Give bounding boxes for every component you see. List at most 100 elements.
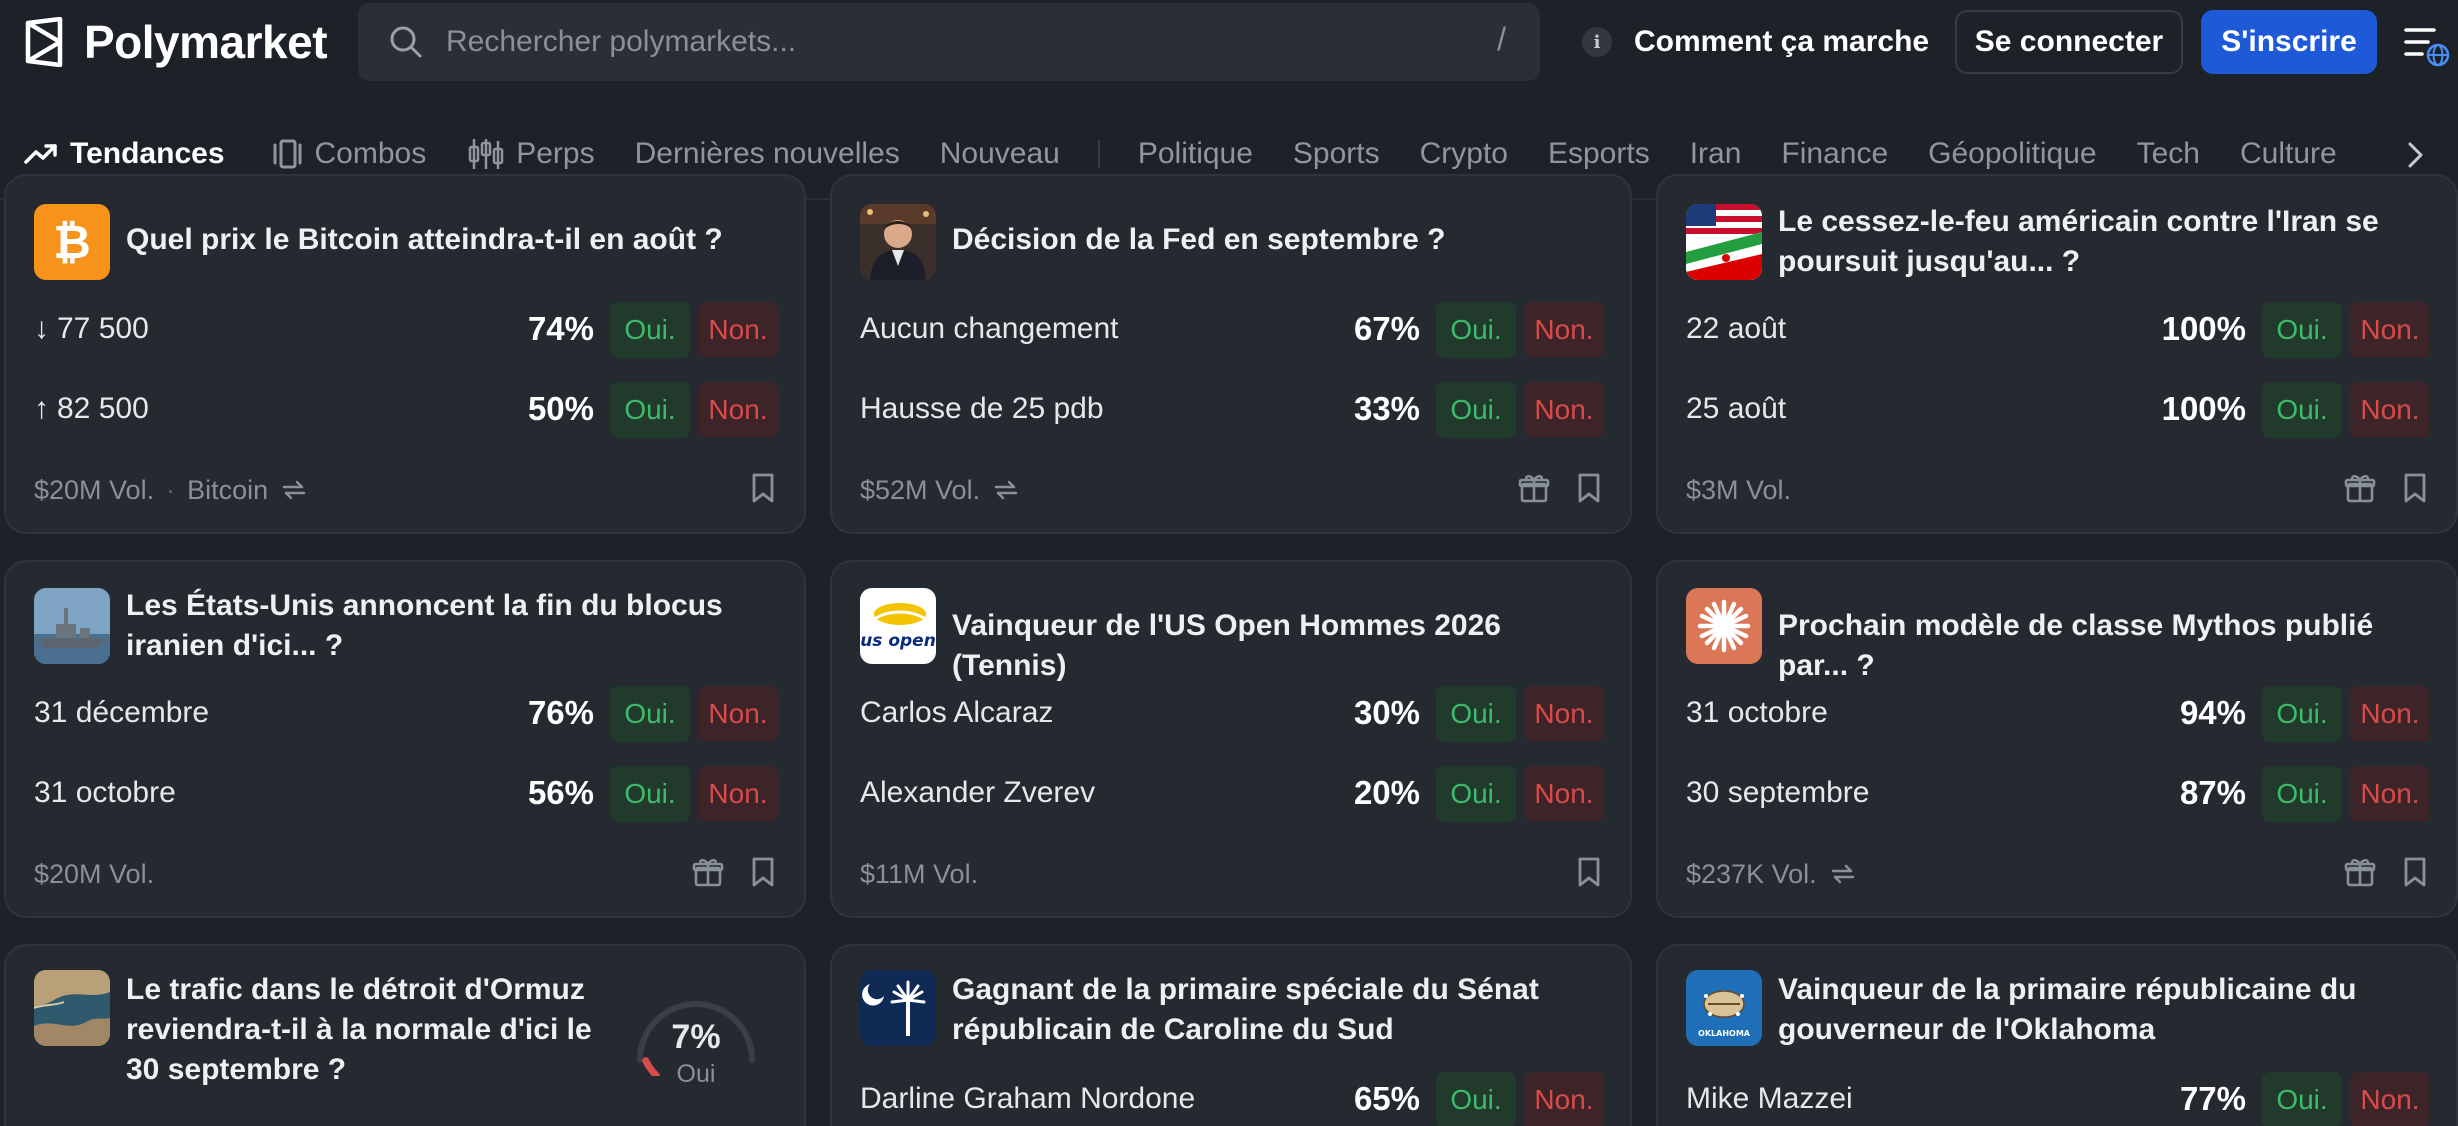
buy-yes-button[interactable]: Oui.	[2262, 302, 2342, 358]
buy-no-button[interactable]: Non.	[2350, 1072, 2430, 1126]
chevron-right-icon[interactable]	[2400, 140, 2430, 170]
buy-yes-button[interactable]: Oui.	[610, 686, 690, 742]
svg-text:₿: ₿	[53, 215, 91, 269]
outcome-probability: 100%	[2161, 390, 2246, 427]
market-card[interactable]: Prochain modèle de classe Mythos publié …	[1656, 560, 2458, 918]
login-button[interactable]: Se connecter	[1955, 10, 2183, 74]
signup-button[interactable]: S'inscrire	[2201, 10, 2377, 74]
buy-yes-button[interactable]: Oui.	[610, 766, 690, 822]
search-input[interactable]	[446, 3, 1446, 81]
buy-no-button[interactable]: Non.	[2350, 766, 2430, 822]
market-card[interactable]: Le trafic dans le détroit d'Ormuz revien…	[4, 944, 806, 1126]
outcome-probability: 74%	[527, 310, 594, 347]
buy-yes-button[interactable]: Oui.	[2262, 686, 2342, 742]
buy-no-button[interactable]: Non.	[698, 382, 778, 438]
buy-no-button[interactable]: Non.	[1524, 1072, 1604, 1126]
market-card[interactable]: Gagnant de la primaire spéciale du Sénat…	[830, 944, 1632, 1126]
market-card[interactable]: Les États-Unis annoncent la fin du blocu…	[4, 560, 806, 918]
gift-icon[interactable]	[692, 856, 724, 888]
market-card[interactable]: ₿ Quel prix le Bitcoin atteindra-t-il en…	[4, 174, 806, 534]
outcome-label: 31 octobre	[34, 776, 176, 809]
bookmark-icon[interactable]	[2402, 472, 2428, 504]
buy-yes-button[interactable]: Oui.	[1436, 766, 1516, 822]
outcome-row: Mike Mazzei 77% Oui. Non.	[1686, 1072, 2430, 1126]
buy-yes-button[interactable]: Oui.	[610, 302, 690, 358]
market-title[interactable]: Prochain modèle de classe Mythos publié …	[1778, 606, 2428, 686]
how-it-works-label: Comment ça marche	[1634, 25, 1930, 58]
bookmark-icon[interactable]	[750, 472, 776, 504]
gift-icon[interactable]	[1518, 472, 1550, 504]
top-header: Polymarket / i Comment ça marche Se conn…	[0, 0, 2458, 84]
nav-divider	[1097, 140, 1100, 168]
info-icon: i	[1582, 27, 1612, 57]
candlestick-icon	[468, 139, 504, 169]
buy-no-button[interactable]: Non.	[1524, 302, 1604, 358]
market-title[interactable]: Vainqueur de l'US Open Hommes 2026 (Tenn…	[952, 606, 1602, 686]
outcome-row: Aucun changement 67% Oui. Non.	[860, 302, 1604, 358]
buy-no-button[interactable]: Non.	[2350, 302, 2430, 358]
market-card[interactable]: OKLAHOMA Vainqueur de la primaire républ…	[1656, 944, 2458, 1126]
buy-yes-button[interactable]: Oui.	[1436, 1072, 1516, 1126]
buy-yes-button[interactable]: Oui.	[2262, 1072, 2342, 1126]
footer-actions	[1518, 472, 1602, 504]
outcome-row: 22 août 100% Oui. Non.	[1686, 302, 2430, 358]
market-title[interactable]: Quel prix le Bitcoin atteindra-t-il en a…	[126, 220, 776, 260]
market-title[interactable]: Le trafic dans le détroit d'Ormuz revien…	[126, 970, 608, 1090]
outcome-probability: 30%	[1353, 694, 1420, 731]
footer-actions	[750, 472, 776, 504]
search-shortcut-hint: /	[1497, 21, 1506, 57]
market-title[interactable]: Les États-Unis annoncent la fin du blocu…	[126, 586, 776, 666]
outcome-row: ↓ 77 500 74% Oui. Non.	[34, 302, 778, 358]
market-title[interactable]: Le cessez-le-feu américain contre l'Iran…	[1778, 202, 2428, 282]
bookmark-icon[interactable]	[2402, 856, 2428, 888]
recurring-icon	[994, 480, 1018, 500]
trending-icon	[24, 144, 57, 164]
market-title[interactable]: Gagnant de la primaire spéciale du Sénat…	[952, 970, 1602, 1050]
outcome-label: Aucun changement	[860, 312, 1119, 345]
buy-yes-button[interactable]: Oui.	[1436, 686, 1516, 742]
buy-no-button[interactable]: Non.	[1524, 686, 1604, 742]
gauge-label: Oui	[676, 1060, 716, 1088]
gift-icon[interactable]	[2344, 856, 2376, 888]
bookmark-icon[interactable]	[1576, 856, 1602, 888]
buy-yes-button[interactable]: Oui.	[2262, 766, 2342, 822]
tab-perps-label: Perps	[516, 137, 595, 170]
how-it-works-link[interactable]: i Comment ça marche	[1582, 12, 1929, 72]
strait-satellite-photo	[34, 970, 110, 1046]
market-title[interactable]: Décision de la Fed en septembre ?	[952, 220, 1602, 260]
market-title[interactable]: Vainqueur de la primaire républicaine du…	[1778, 970, 2428, 1050]
market-card[interactable]: Décision de la Fed en septembre ? Aucun …	[830, 174, 1632, 534]
buy-no-button[interactable]: Non.	[698, 302, 778, 358]
polymarket-logo[interactable]: Polymarket	[22, 16, 328, 68]
probability-gauge: 7% Oui	[626, 966, 766, 1088]
tag-link[interactable]: Bitcoin	[187, 475, 268, 506]
gauge-percentage: 7%	[671, 1018, 721, 1056]
volume-text: $3M Vol.	[1686, 474, 1792, 505]
buy-yes-button[interactable]: Oui.	[1436, 382, 1516, 438]
search-bar[interactable]: /	[358, 3, 1540, 81]
market-card[interactable]: us open Vainqueur de l'US Open Hommes 20…	[830, 560, 1632, 918]
arrow-up-icon: ↑	[34, 392, 49, 425]
menu-language-icon[interactable]	[2404, 22, 2450, 68]
volume-text: $20M Vol.	[34, 474, 155, 505]
buy-yes-button[interactable]: Oui.	[610, 382, 690, 438]
outcome-row: 31 octobre 56% Oui. Non.	[34, 766, 778, 822]
buy-no-button[interactable]: Non.	[1524, 382, 1604, 438]
buy-no-button[interactable]: Non.	[1524, 766, 1604, 822]
buy-no-button[interactable]: Non.	[698, 686, 778, 742]
buy-yes-button[interactable]: Oui.	[2262, 382, 2342, 438]
us-open-logo: us open	[860, 588, 936, 664]
bookmark-icon[interactable]	[1576, 472, 1602, 504]
outcome-probability: 77%	[2179, 1080, 2246, 1117]
buy-no-button[interactable]: Non.	[2350, 686, 2430, 742]
arrow-down-icon: ↓	[34, 312, 49, 345]
svg-text:us open: us open	[860, 631, 936, 651]
buy-no-button[interactable]: Non.	[698, 766, 778, 822]
bookmark-icon[interactable]	[750, 856, 776, 888]
market-card[interactable]: Le cessez-le-feu américain contre l'Iran…	[1656, 174, 2458, 534]
gift-icon[interactable]	[2344, 472, 2376, 504]
outcome-row: 31 décembre 76% Oui. Non.	[34, 686, 778, 742]
buy-yes-button[interactable]: Oui.	[1436, 302, 1516, 358]
outcome-row: ↑ 82 500 50% Oui. Non.	[34, 382, 778, 438]
buy-no-button[interactable]: Non.	[2350, 382, 2430, 438]
